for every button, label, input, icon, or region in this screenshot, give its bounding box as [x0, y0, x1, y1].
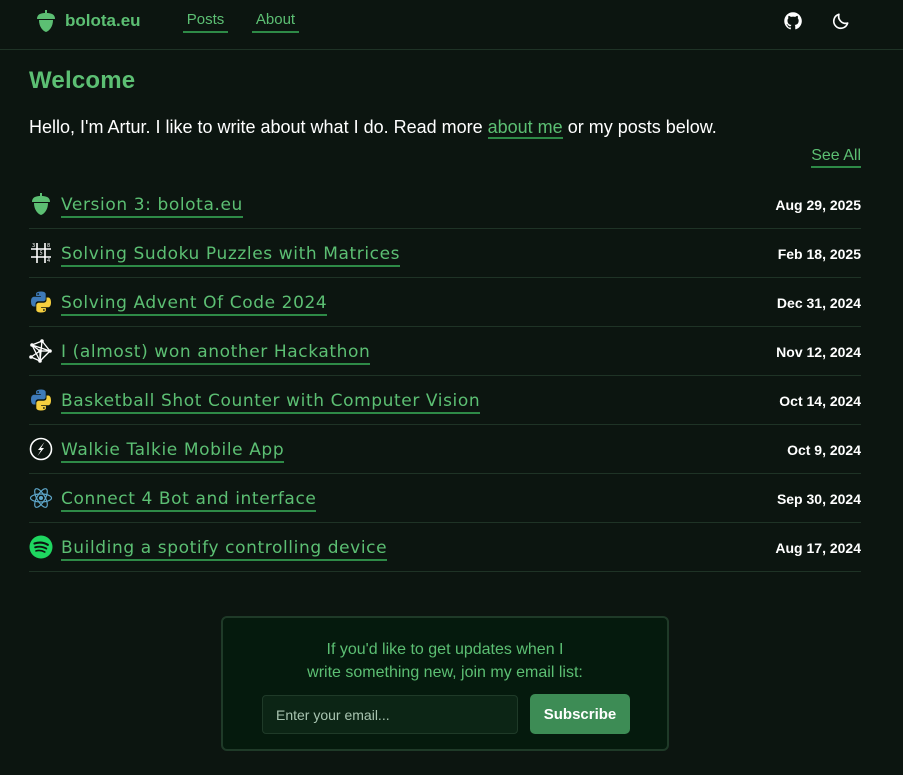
- newsletter-box: If you'd like to get updates when I writ…: [221, 616, 669, 751]
- post-row: Basketball Shot Counter with Computer Vi…: [29, 376, 861, 425]
- post-title-link[interactable]: Walkie Talkie Mobile App: [61, 440, 285, 463]
- site-brand[interactable]: bolota.eu: [65, 11, 141, 31]
- intro-before: Hello, I'm Artur. I like to write about …: [29, 117, 488, 137]
- python-icon: [31, 389, 51, 411]
- moon-icon[interactable]: [831, 11, 851, 31]
- post-list: Version 3: bolota.eu Aug 29, 2025 3 8 5 …: [29, 180, 861, 572]
- post-title-link[interactable]: Solving Advent Of Code 2024: [61, 293, 328, 316]
- post-date: Nov 12, 2024: [776, 344, 861, 360]
- intro-after: or my posts below.: [562, 117, 717, 137]
- svg-text:8: 8: [47, 243, 50, 249]
- post-date: Oct 14, 2024: [779, 393, 861, 409]
- github-icon[interactable]: [783, 11, 803, 31]
- post-date: Dec 31, 2024: [776, 295, 861, 311]
- post-row: I (almost) won another Hackathon Nov 12,…: [29, 327, 861, 376]
- see-all-link[interactable]: See All: [811, 147, 861, 168]
- post-row: Building a spotify controlling device Au…: [29, 523, 861, 572]
- acorn-icon: [32, 193, 50, 215]
- newsletter-line-2: write something new, join my email list:: [307, 664, 583, 681]
- newsletter-text: If you'd like to get updates when I writ…: [223, 638, 667, 684]
- post-row: 3 8 5 4 Solving Sudoku Puzzles with Matr…: [29, 229, 861, 278]
- post-row: Solving Advent Of Code 2024 Dec 31, 2024: [29, 278, 861, 327]
- nav-about[interactable]: About: [252, 11, 299, 33]
- nav-posts[interactable]: Posts: [183, 11, 228, 33]
- sudoku-grid-icon: 3 8 5 4: [31, 243, 51, 264]
- spotify-icon: [29, 535, 53, 559]
- about-me-link[interactable]: about me: [487, 117, 563, 139]
- react-icon: [29, 488, 53, 508]
- newsletter-line-1: If you'd like to get updates when I: [326, 641, 564, 658]
- lightning-circle-icon: [29, 437, 53, 461]
- post-date: Aug 17, 2024: [775, 540, 861, 556]
- page-title: Welcome: [29, 67, 136, 94]
- post-date: Sep 30, 2024: [776, 491, 861, 507]
- acorn-icon[interactable]: [34, 9, 58, 33]
- site-header: bolota.eu Posts About: [0, 0, 903, 50]
- post-title-link[interactable]: Connect 4 Bot and interface: [61, 489, 317, 512]
- post-row: Walkie Talkie Mobile App Oct 9, 2024: [29, 425, 861, 474]
- subscribe-button[interactable]: Subscribe: [530, 694, 630, 734]
- python-icon: [31, 291, 51, 313]
- network-graph-icon: [29, 339, 52, 363]
- post-title-link[interactable]: Basketball Shot Counter with Computer Vi…: [61, 391, 481, 414]
- post-row: Version 3: bolota.eu Aug 29, 2025: [29, 180, 861, 229]
- post-row: Connect 4 Bot and interface Sep 30, 2024: [29, 474, 861, 523]
- post-date: Oct 9, 2024: [787, 442, 861, 458]
- post-title-link[interactable]: Building a spotify controlling device: [61, 538, 388, 561]
- post-title-link[interactable]: Solving Sudoku Puzzles with Matrices: [61, 244, 401, 267]
- svg-text:5: 5: [40, 251, 43, 257]
- post-date: Aug 29, 2025: [775, 197, 861, 213]
- email-input[interactable]: [262, 695, 518, 734]
- intro-text: Hello, I'm Artur. I like to write about …: [29, 117, 717, 139]
- post-date: Feb 18, 2025: [777, 246, 861, 262]
- svg-text:3: 3: [32, 243, 35, 249]
- svg-text:4: 4: [47, 258, 50, 264]
- post-title-link[interactable]: I (almost) won another Hackathon: [61, 342, 371, 365]
- post-title-link[interactable]: Version 3: bolota.eu: [61, 195, 243, 218]
